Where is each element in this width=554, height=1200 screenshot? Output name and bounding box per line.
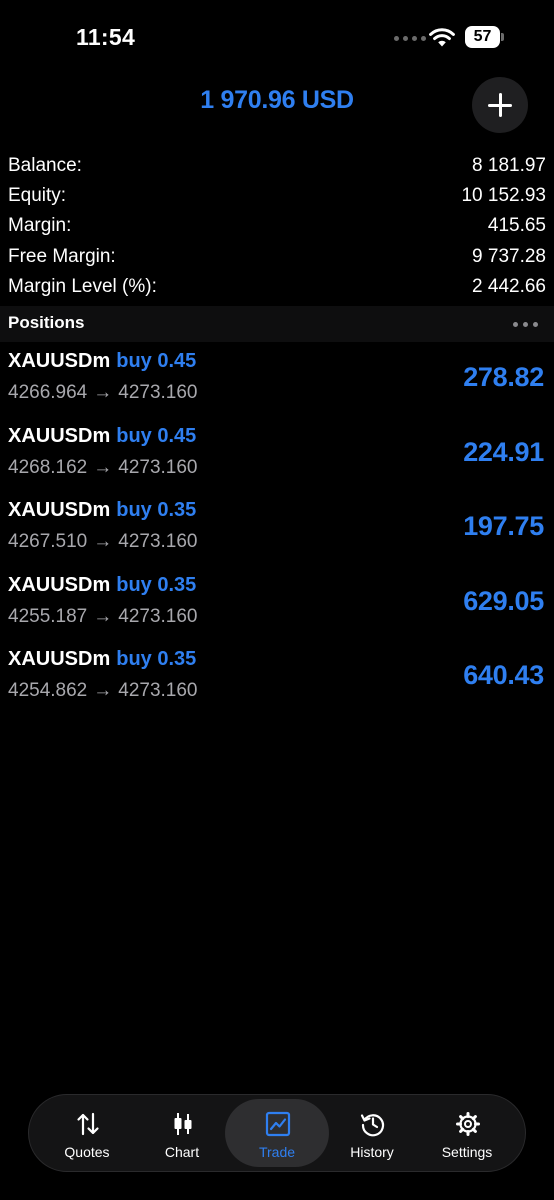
battery-icon: 57 (465, 26, 505, 48)
status-bar: 11:54 57 (0, 0, 554, 76)
position-symbol: XAUUSDm (8, 424, 111, 447)
tab-label: Quotes (64, 1144, 110, 1160)
tab-settings[interactable]: Settings (415, 1099, 519, 1167)
arrow-right-icon: → (93, 680, 113, 702)
positions-title: Positions (8, 313, 85, 332)
position-row[interactable]: XAUUSDm buy 0.45 4266.964 → 4273.160 278.82 (0, 342, 554, 417)
more-options-icon[interactable] (513, 322, 538, 327)
summary-value: 10 152.93 (461, 185, 546, 207)
summary-row-free-margin: Free Margin: 9 737.28 (8, 242, 546, 272)
position-profit: 629.05 (463, 585, 544, 616)
tab-history[interactable]: History (320, 1099, 424, 1167)
position-symbol: XAUUSDm (8, 499, 111, 522)
summary-label: Equity: (8, 185, 67, 207)
position-row[interactable]: XAUUSDm buy 0.35 4267.510 → 4273.160 197.75 (0, 491, 554, 566)
position-profit: 197.75 (463, 511, 544, 542)
summary-value: 9 737.28 (472, 245, 546, 267)
trade-screen: 11:54 57 1 970.96 USD Balance: 8 181.97 … (0, 0, 554, 1200)
position-row[interactable]: XAUUSDm buy 0.35 4255.187 → 4273.160 629.05 (0, 566, 554, 641)
arrow-right-icon: → (93, 382, 113, 403)
position-symbol: XAUUSDm (8, 648, 111, 671)
open-price: 4266.964 (8, 382, 88, 403)
open-price: 4254.862 (8, 680, 88, 702)
position-symbol: XAUUSDm (8, 350, 111, 372)
position-row[interactable]: XAUUSDm buy 0.35 4254.862 → 4273.160 640.43 (0, 640, 554, 715)
tab-label: History (350, 1144, 394, 1160)
summary-label: Margin: (8, 215, 72, 237)
current-price: 4273.160 (118, 382, 198, 403)
tab-trade[interactable]: Trade (225, 1099, 329, 1167)
open-price: 4255.187 (8, 605, 88, 627)
arrow-right-icon: → (93, 605, 113, 627)
position-profit: 224.91 (463, 436, 544, 467)
current-price: 4273.160 (118, 680, 198, 702)
summary-value: 2 442.66 (472, 275, 546, 297)
position-symbol: XAUUSDm (8, 573, 111, 596)
summary-row-balance: Balance: 8 181.97 (8, 151, 546, 181)
open-price: 4267.510 (8, 531, 88, 553)
position-profit: 640.43 (463, 660, 544, 691)
current-price: 4273.160 (118, 456, 198, 478)
quotes-arrows-icon (77, 1112, 99, 1136)
position-side-volume: buy 0.45 (116, 424, 197, 447)
position-row[interactable]: XAUUSDm buy 0.45 4268.162 → 4273.160 224.91 (0, 417, 554, 492)
tab-quotes[interactable]: Quotes (35, 1099, 139, 1167)
trade-chart-icon (265, 1111, 291, 1137)
summary-row-margin: Margin: 415.65 (8, 211, 546, 241)
account-summary: Balance: 8 181.97 Equity: 10 152.93 Marg… (8, 151, 546, 302)
open-price: 4268.162 (8, 456, 88, 478)
tab-label: Chart (164, 1144, 200, 1160)
arrow-right-icon: → (93, 531, 113, 553)
summary-row-equity: Equity: 10 152.93 (8, 181, 546, 211)
arrow-right-icon: → (93, 456, 113, 478)
current-price: 4273.160 (118, 605, 198, 627)
battery-level: 57 (473, 28, 492, 45)
current-price: 4273.160 (118, 531, 198, 553)
positions-section-header: Positions (0, 306, 554, 342)
tab-label: Settings (441, 1144, 493, 1160)
summary-value: 8 181.97 (472, 155, 546, 176)
gear-icon (456, 1112, 480, 1136)
history-clock-icon (360, 1114, 385, 1137)
summary-value: 415.65 (487, 215, 546, 237)
summary-label: Free Margin: (8, 245, 116, 267)
bottom-tab-bar: Quotes Chart Trade History Settings (28, 1094, 526, 1172)
cellular-signal-icon (394, 36, 426, 41)
status-time: 11:54 (76, 24, 136, 50)
summary-label: Margin Level (%): (8, 275, 157, 297)
account-profit-title: 1 970.96 USD (200, 86, 354, 114)
summary-label: Balance: (8, 155, 82, 176)
tab-label: Trade (258, 1144, 296, 1160)
add-order-button[interactable] (472, 77, 528, 133)
positions-list: XAUUSDm buy 0.45 4266.964 → 4273.160 278.82… (0, 342, 554, 715)
position-side-volume: buy 0.45 (116, 350, 197, 372)
position-side-volume: buy 0.35 (116, 573, 197, 596)
tab-chart[interactable]: Chart (130, 1099, 234, 1167)
summary-row-margin-level: Margin Level (%): 2 442.66 (8, 272, 546, 302)
position-side-volume: buy 0.35 (116, 648, 197, 671)
candlestick-icon (174, 1113, 192, 1135)
position-side-volume: buy 0.35 (116, 499, 197, 522)
position-profit: 278.82 (463, 362, 544, 392)
wifi-icon (429, 28, 455, 47)
